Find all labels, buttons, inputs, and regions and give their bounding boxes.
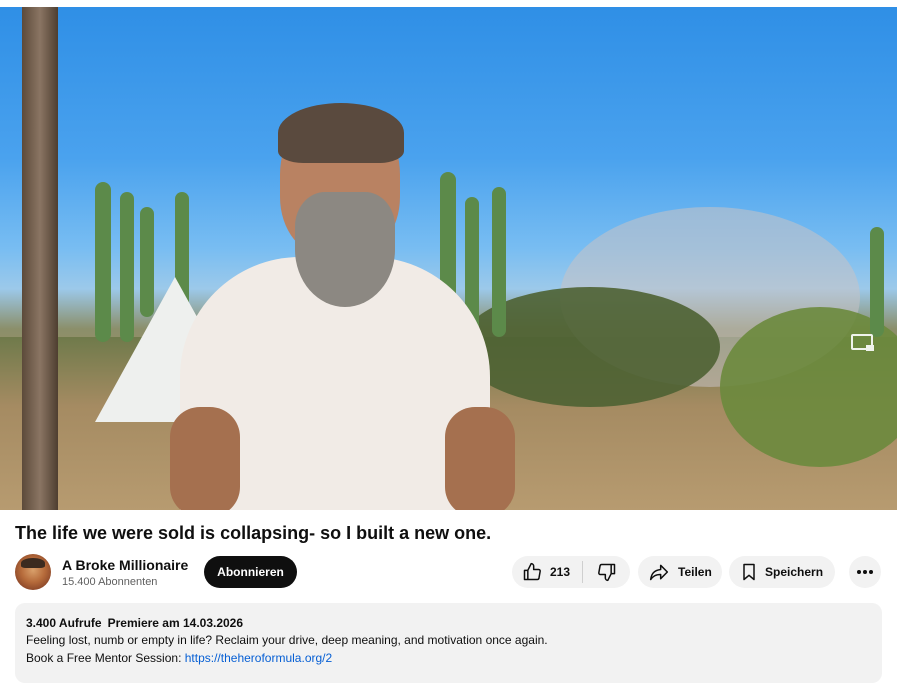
more-horizontal-icon (857, 570, 873, 574)
video-title: The life we were sold is collapsing- so … (15, 523, 492, 543)
thumbs-down-icon (597, 563, 615, 582)
video-frame-pole (22, 7, 58, 510)
description-link-prefix: Book a Free Mentor Session: (26, 651, 185, 665)
description-meta: 3.400 Aufrufe Premiere am 14.03.2026 (26, 615, 871, 631)
channel-avatar[interactable] (15, 554, 51, 590)
video-frame-cactus (870, 227, 884, 337)
description-line: Book a Free Mentor Session: https://theh… (26, 649, 871, 667)
miniplayer-icon[interactable] (851, 334, 874, 351)
description-line: Feeling lost, numb or empty in life? Rec… (26, 633, 548, 647)
like-count: 213 (550, 565, 571, 579)
like-dislike-group: 213 (512, 556, 630, 588)
more-actions-button[interactable] (849, 556, 881, 588)
subscriber-count: 15.400 Abonnenten (62, 576, 158, 588)
like-button[interactable]: 213 (512, 556, 582, 588)
premiere-date: Premiere am 14.03.2026 (107, 616, 244, 630)
share-arrow-icon (649, 564, 669, 581)
bookmark-icon (743, 563, 755, 581)
thumbs-up-icon (523, 562, 541, 581)
video-player[interactable] (0, 7, 897, 510)
view-count: 3.400 Aufrufe (26, 616, 102, 630)
channel-action-row: A Broke Millionaire 15.400 Abonnenten Ab… (15, 554, 882, 592)
channel-name[interactable]: A Broke Millionaire (62, 557, 188, 573)
save-label: Speichern (765, 565, 824, 579)
save-button[interactable]: Speichern (729, 556, 835, 588)
dislike-button[interactable] (583, 556, 630, 588)
subscribe-button[interactable]: Abonnieren (204, 556, 297, 588)
video-frame-person (170, 103, 530, 510)
share-button[interactable]: Teilen (638, 556, 722, 588)
share-label: Teilen (678, 565, 712, 579)
description-link[interactable]: https://theheroformula.org/2 (185, 651, 332, 665)
description-box[interactable]: 3.400 Aufrufe Premiere am 14.03.2026 Feel… (15, 603, 882, 683)
